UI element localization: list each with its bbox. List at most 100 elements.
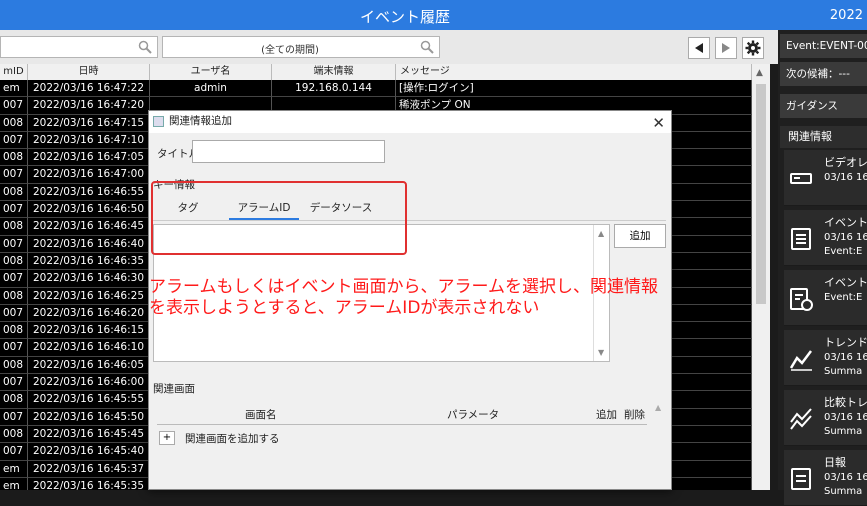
cell-id: 008 [0, 391, 28, 409]
close-icon[interactable]: ✕ [652, 113, 665, 134]
cell-datetime: 2022/03/16 16:45:55 [28, 391, 150, 409]
cell-id: em [0, 80, 28, 98]
cell-datetime: 2022/03/16 16:45:50 [28, 408, 150, 426]
cell-id: 007 [0, 408, 28, 426]
cell-datetime: 2022/03/16 16:46:10 [28, 339, 150, 357]
add-related-info-dialog: 関連情報追加 ✕ タイトル キー情報 タグ アラームID データソース ▲ ▼ … [148, 110, 672, 490]
list-icon [791, 228, 811, 250]
title-input[interactable] [192, 140, 385, 163]
cell-datetime: 2022/03/16 16:46:50 [28, 201, 150, 219]
cell-id: 007 [0, 339, 28, 357]
cell-datetime: 2022/03/16 16:47:20 [28, 97, 150, 115]
scroll-down-arrow-icon[interactable]: ▼ [598, 348, 604, 357]
annotation-line-2: を表示しようとすると、アラームIDが表示されない [149, 298, 540, 318]
cell-datetime: 2022/03/16 16:46:40 [28, 235, 150, 253]
related-screen-label: 関連画面 [153, 383, 195, 395]
item-title: トレンドグ [824, 336, 867, 349]
col-header-datetime[interactable]: 日時 [28, 64, 150, 80]
cell-datetime: 2022/03/16 16:47:10 [28, 131, 150, 150]
cell-datetime: 2022/03/16 16:45:40 [28, 443, 150, 461]
table-header: mID 日時 ユーザ名 端末情報 メッセージ [0, 64, 752, 80]
related-info-item[interactable]: 比較トレ 03/16 16 Summa [784, 390, 867, 446]
col-header-screen-name: 画面名 [245, 409, 277, 421]
related-info-item[interactable]: ビデオレコ 03/16 16 [784, 150, 867, 206]
cell-id: 008 [0, 322, 28, 340]
cell-user: admin [150, 80, 272, 98]
cell-id: 008 [0, 114, 28, 132]
cell-id: 007 [0, 131, 28, 150]
next-page-button[interactable] [715, 37, 737, 59]
header-year: 2022 [829, 8, 863, 23]
table-row[interactable]: em 2022/03/16 16:47:22 admin 192.168.0.144[… [0, 80, 752, 98]
col-header-delete: 削除 [624, 409, 645, 421]
scroll-thumb[interactable] [756, 84, 766, 304]
cell-datetime: 2022/03/16 16:46:55 [28, 183, 150, 202]
col-header-parameter: パラメータ [447, 409, 500, 421]
cell-id: 007 [0, 97, 28, 115]
col-header-terminal[interactable]: 端末情報 [272, 64, 396, 80]
compare-trend-icon [790, 408, 812, 430]
scroll-up-arrow-icon[interactable]: ▲ [756, 68, 763, 78]
report-icon [791, 468, 811, 490]
item-title: 日報 [824, 456, 846, 469]
cell-id: 007 [0, 270, 28, 288]
item-subtitle: 03/16 16 [824, 172, 867, 183]
gear-icon [745, 40, 761, 56]
video-recorder-icon [790, 173, 812, 184]
window-title: イベント履歴 [359, 8, 450, 26]
prev-page-button[interactable] [688, 37, 710, 59]
item-detail: Summa [824, 366, 863, 377]
related-info-item[interactable]: イベント履 03/16 16 Event:E [784, 210, 867, 266]
col-header-id[interactable]: mID [0, 64, 28, 80]
cell-id: 007 [0, 235, 28, 253]
col-header-user[interactable]: ユーザ名 [150, 64, 272, 80]
cell-datetime: 2022/03/16 16:46:45 [28, 218, 150, 236]
cell-datetime: 2022/03/16 16:45:35 [28, 477, 150, 490]
cell-datetime: 2022/03/16 16:47:15 [28, 114, 150, 132]
annotation-text: アラームもしくはイベント画面から、アラームを選択し、関連情報 を表示しようとする… [149, 277, 709, 319]
cell-id: 007 [0, 443, 28, 461]
table-scrollbar[interactable]: ▲ [752, 64, 770, 490]
add-screen-plus-button[interactable]: + [159, 431, 175, 445]
cell-datetime: 2022/03/16 16:45:45 [28, 425, 150, 444]
item-subtitle: 03/16 16 [824, 412, 867, 423]
cell-id: 008 [0, 218, 28, 236]
item-title: イベントリ [824, 276, 867, 289]
annotation-line-1: アラームもしくはイベント画面から、アラームを選択し、関連情報 [149, 277, 658, 297]
related-info-item[interactable]: イベントリ Event:E [784, 270, 867, 326]
right-panel: Event:EVENT-00 次の候補：--- ガイダンス 関連情報 ビデオレコ… [778, 30, 867, 506]
col-header-message[interactable]: メッセージ [396, 64, 752, 80]
scroll-up-arrow-icon[interactable]: ▲ [655, 403, 661, 412]
cell-datetime: 2022/03/16 16:46:30 [28, 270, 150, 288]
scroll-up-arrow-icon[interactable]: ▲ [598, 229, 604, 238]
triangle-right-icon [722, 43, 730, 53]
cell-id: 007 [0, 166, 28, 184]
add-button[interactable]: 追加 [614, 224, 666, 248]
search-icon[interactable] [138, 40, 152, 54]
list-clock-icon [790, 288, 813, 311]
item-detail: Summa [824, 486, 863, 497]
search-icon[interactable] [420, 40, 434, 54]
related-info-item[interactable]: トレンドグ 03/16 16 Summa [784, 330, 867, 386]
cell-id: 008 [0, 252, 28, 271]
triangle-left-icon [695, 43, 703, 53]
search-input[interactable] [0, 36, 158, 58]
add-screen-link[interactable]: 関連画面を追加する [185, 431, 280, 446]
cell-id: em [0, 477, 28, 490]
guidance-button[interactable]: ガイダンス [780, 94, 867, 118]
cell-id: 008 [0, 287, 28, 305]
item-title: イベント履 [824, 216, 867, 229]
period-input[interactable]: (全ての期間) [162, 36, 440, 58]
window-titlebar: イベント履歴 2022 [0, 0, 867, 30]
cell-id: 008 [0, 149, 28, 167]
dialog-title: 関連情報追加 [169, 115, 232, 127]
item-detail: Event:E [824, 246, 863, 257]
related-info-item[interactable]: 日報 03/16 16 Summa [784, 450, 867, 506]
item-subtitle: 03/16 16 [824, 472, 867, 483]
settings-button[interactable] [742, 37, 764, 59]
item-detail: Summa [824, 426, 863, 437]
cell-datetime: 2022/03/16 16:46:35 [28, 252, 150, 271]
cell-id: 007 [0, 304, 28, 323]
cell-datetime: 2022/03/16 16:46:00 [28, 374, 150, 392]
cell-datetime: 2022/03/16 16:47:22 [28, 80, 150, 98]
